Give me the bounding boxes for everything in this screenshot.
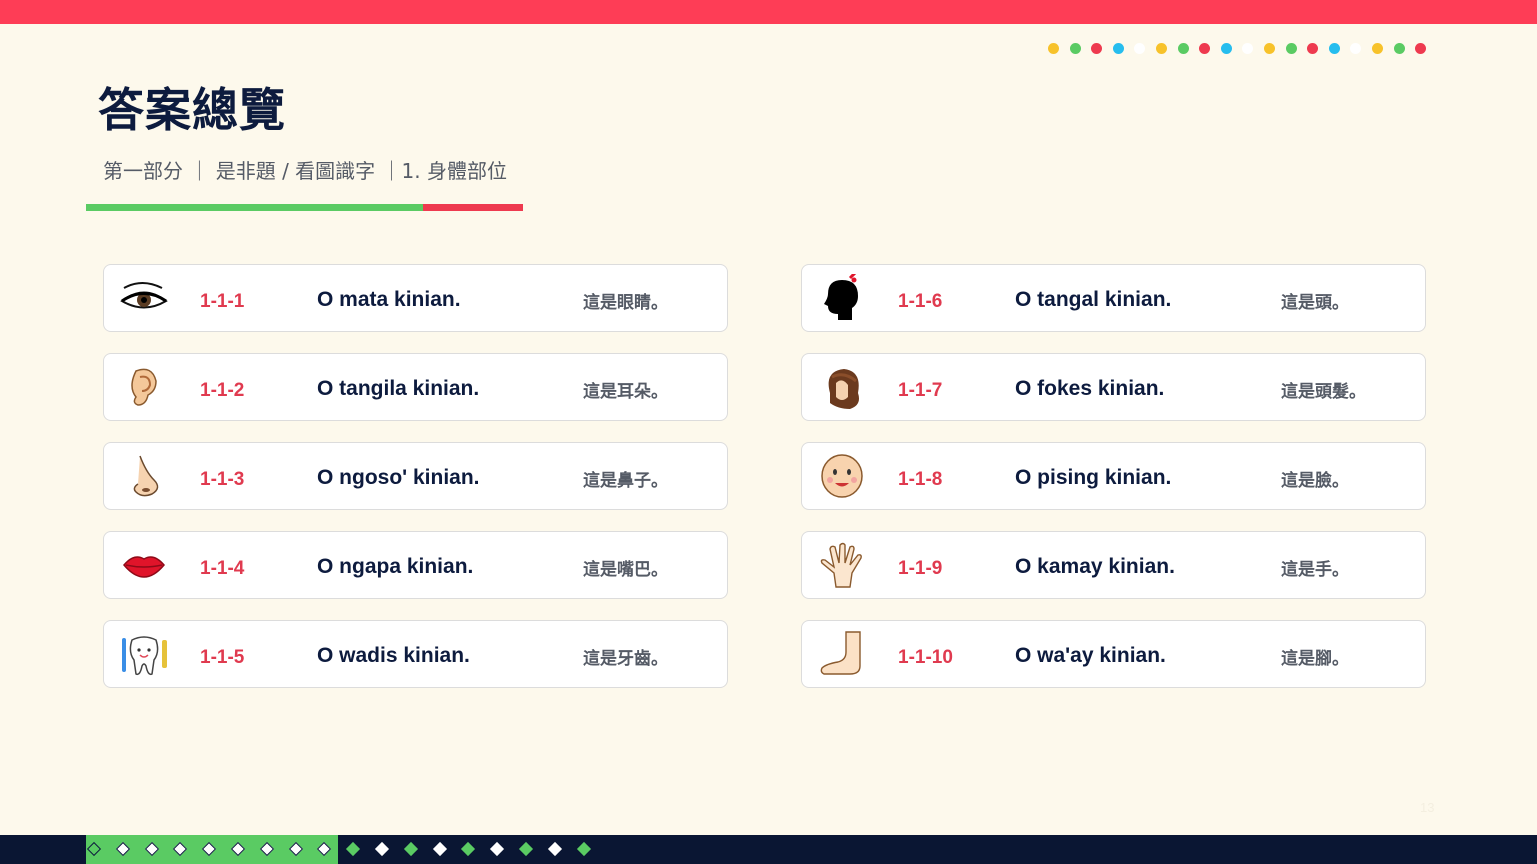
- item-code: 1-1-5: [200, 647, 245, 668]
- decorative-dot: [1372, 43, 1383, 54]
- breadcrumb: 第一部分 ｜ 是非題 / 看圖識字 ｜1. 身體部位: [103, 159, 507, 183]
- title-underline-green: [86, 204, 423, 211]
- item-meaning: 這是耳朵。: [583, 382, 668, 402]
- item-sentence: O kamay kinian.: [1015, 555, 1175, 578]
- item-sentence: O ngoso' kinian.: [317, 466, 480, 489]
- answer-card: 1-1-1 O mata kinian. 這是眼睛。: [103, 264, 728, 332]
- nose-icon: [118, 452, 170, 500]
- decorative-dot: [1048, 43, 1059, 54]
- decorative-dot: [1415, 43, 1427, 54]
- answer-card: 1-1-10 O wa'ay kinian. 這是腳。: [801, 620, 1426, 688]
- lips-icon: [118, 541, 170, 589]
- item-meaning: 這是眼睛。: [583, 293, 668, 313]
- decorative-dot: [1177, 43, 1189, 54]
- item-code: 1-1-10: [898, 647, 953, 668]
- item-sentence: O pising kinian.: [1015, 466, 1172, 489]
- item-sentence: O mata kinian.: [317, 288, 461, 311]
- answer-card: 1-1-9 O kamay kinian. 這是手。: [801, 531, 1426, 599]
- item-sentence: O wa'ay kinian.: [1015, 644, 1166, 667]
- ear-icon: [118, 363, 170, 411]
- item-meaning: 這是頭。: [1281, 293, 1349, 313]
- answer-card: 1-1-5 O wadis kinian. 這是牙齒。: [103, 620, 728, 688]
- page-title: 答案總覽: [98, 83, 286, 137]
- decorative-dot: [1242, 43, 1254, 54]
- item-meaning: 這是牙齒。: [583, 649, 668, 669]
- item-code: 1-1-1: [200, 291, 245, 312]
- item-code: 1-1-7: [898, 380, 943, 401]
- decorative-dot: [1350, 43, 1362, 54]
- tooth-icon: [118, 630, 170, 678]
- item-code: 1-1-2: [200, 380, 245, 401]
- answer-card: 1-1-8 O pising kinian. 這是臉。: [801, 442, 1426, 510]
- answer-card: 1-1-3 O ngoso' kinian. 這是鼻子。: [103, 442, 728, 510]
- item-code: 1-1-6: [898, 291, 943, 312]
- decorative-dot: [1307, 43, 1319, 54]
- decorative-dot: [1264, 43, 1275, 54]
- item-sentence: O tangila kinian.: [317, 377, 480, 400]
- decorative-dot: [1220, 43, 1232, 54]
- face-icon: [816, 452, 868, 500]
- decorative-dot: [1156, 43, 1167, 54]
- head-icon: [816, 270, 868, 322]
- answer-card: 1-1-6 O tangal kinian. 這是頭。: [801, 264, 1426, 332]
- item-code: 1-1-9: [898, 558, 943, 579]
- decorative-dot: [1199, 43, 1211, 54]
- decorative-dot: [1393, 43, 1405, 54]
- decorative-dot: [1069, 43, 1081, 54]
- item-meaning: 這是頭髮。: [1281, 382, 1366, 402]
- page-number: 13: [1420, 800, 1435, 815]
- decorative-dot: [1328, 43, 1340, 54]
- answer-card: 1-1-2 O tangila kinian. 這是耳朵。: [103, 353, 728, 421]
- top-accent-bar: [0, 0, 1537, 24]
- answer-card: 1-1-7 O fokes kinian. 這是頭髮。: [801, 353, 1426, 421]
- item-code: 1-1-4: [200, 558, 245, 579]
- decorative-dot: [1091, 43, 1103, 54]
- decorative-dot: [1134, 43, 1146, 54]
- item-meaning: 這是手。: [1281, 560, 1349, 580]
- item-meaning: 這是鼻子。: [583, 471, 668, 491]
- item-sentence: O fokes kinian.: [1015, 377, 1165, 400]
- title-underline-red: [423, 204, 523, 211]
- item-code: 1-1-8: [898, 469, 943, 490]
- answer-card: 1-1-4 O ngapa kinian. 這是嘴巴。: [103, 531, 728, 599]
- hair-icon: [816, 363, 868, 411]
- item-meaning: 這是嘴巴。: [583, 560, 668, 580]
- item-sentence: O ngapa kinian.: [317, 555, 474, 578]
- item-meaning: 這是臉。: [1281, 471, 1349, 491]
- eye-icon: [118, 274, 170, 322]
- item-code: 1-1-3: [200, 469, 245, 490]
- decorative-dot: [1112, 43, 1124, 54]
- item-sentence: O tangal kinian.: [1015, 288, 1172, 311]
- item-meaning: 這是腳。: [1281, 649, 1349, 669]
- foot-icon: [816, 630, 868, 678]
- decorative-dot: [1285, 43, 1297, 54]
- item-sentence: O wadis kinian.: [317, 644, 470, 667]
- hand-icon: [816, 541, 868, 589]
